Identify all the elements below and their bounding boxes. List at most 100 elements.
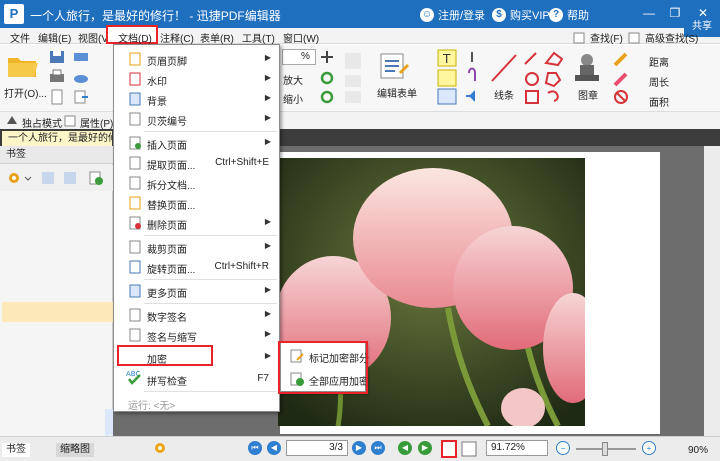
menu-tools[interactable]: 工具(T) [242,30,275,45]
minimize-button[interactable]: — [640,4,658,22]
menu-form[interactable]: 表单(R) [200,30,234,45]
rotate-page-icon [129,260,141,274]
prev-page-button[interactable]: ◀ [267,441,281,455]
rotate-ccw-icon[interactable] [318,89,336,105]
menu-item-replace-page[interactable]: 替换页面... [114,193,279,213]
menu-comment[interactable]: 注释(C) [160,30,194,45]
zoom-out-label[interactable]: 缩小 [283,91,303,106]
submenu-highlight-box [278,341,368,394]
login-label: 注册/登录 [438,10,486,22]
document-icon[interactable] [48,89,66,105]
buy-vip-link[interactable]: $ 购买VIP [492,7,550,23]
last-page-button[interactable]: ⏭ [371,441,385,455]
menu-item-watermark[interactable]: 水印 ▶ [114,69,279,89]
rotate-cw-icon[interactable] [318,70,336,86]
crop-page-icon [129,240,141,254]
measure-icon[interactable] [612,51,630,107]
stamp-label[interactable]: 图章 [578,87,598,102]
zoom-out-button[interactable]: − [556,441,570,455]
add-bookmark-icon[interactable] [88,170,104,186]
edit-form-label[interactable]: 编辑表单 [377,85,417,100]
lines-label[interactable]: 线条 [494,87,514,102]
scan-icon[interactable] [72,49,90,65]
menu-item-delete-page[interactable]: 删除页面 ▶ [114,213,279,233]
vip-icon: $ [492,8,506,22]
maximize-button[interactable]: ❐ [666,4,684,22]
delete-bookmark-icon[interactable] [40,170,56,186]
help-link[interactable]: ? 帮助 [549,7,589,23]
submenu-arrow-icon: ▶ [264,53,271,62]
replace-page-icon [129,196,141,210]
menu-file[interactable]: 文件 [10,30,30,45]
zoom-select[interactable]: 91.72% [486,440,548,456]
menu-item-insert-page[interactable]: 插入页面 ▶ [114,133,279,153]
menu-document-active[interactable]: 文档(D) [106,25,158,45]
properties-icon[interactable] [64,115,76,127]
page-number-input[interactable]: 3/3 [286,440,348,456]
stamp-icon[interactable] [572,51,602,85]
open-label[interactable]: 打开(O)... [4,85,47,100]
help-icon: ? [549,8,563,22]
exclusive-mode-label[interactable]: 独占模式 [22,115,62,130]
menu-item-crop-page[interactable]: 裁剪页面 ▶ [114,237,279,257]
menu-item-more-pages[interactable]: 更多页面 ▶ [114,281,279,301]
gear-icon[interactable] [6,170,32,186]
menu-item-split-document[interactable]: 拆分文档... [114,173,279,193]
advanced-find-button[interactable]: 高级查找(S) [628,30,698,45]
zoom-in-label[interactable]: 放大 [283,72,303,87]
attach-icon[interactable] [462,49,482,105]
open-folder-icon[interactable] [6,50,40,80]
zoom-in-button[interactable]: + [642,441,656,455]
menu-item-header-footer[interactable]: 页眉页脚 ▶ [114,49,279,69]
zoom-slider-handle[interactable] [602,442,608,456]
perimeter-label[interactable]: 周长 [649,74,669,89]
edit-form-icon[interactable] [378,51,412,81]
vertical-scrollbar[interactable] [704,146,720,436]
back-button[interactable]: ◀ [398,441,412,455]
page-view-icons[interactable] [440,439,482,459]
menu-item-sign-initials[interactable]: 签名与缩写 ▶ [114,325,279,345]
distance-label[interactable]: 距离 [649,54,669,69]
menu-item-rotate-page[interactable]: 旋转页面... Ctrl+Shift+R [114,257,279,277]
more-pages-icon [129,284,141,298]
menu-item-label: 页眉页脚 [147,57,187,68]
menu-item-digital-signature[interactable]: 数字签名 ▶ [114,305,279,325]
text-select-icon[interactable] [342,49,366,105]
expand-bookmark-icon[interactable] [62,170,78,186]
status-gear-icon[interactable] [152,440,178,456]
exclusive-mode-icon[interactable] [6,115,18,127]
print-icon[interactable] [48,69,66,85]
submenu-arrow-icon: ▶ [264,73,271,82]
menu-item-label: 水印 [147,77,167,88]
submenu-arrow-icon: ▶ [264,93,271,102]
menu-item-spell-check[interactable]: ABC 拼写检查 F7 [114,369,279,389]
shapes-icon[interactable] [522,49,568,107]
text-tool-icon[interactable]: T [437,49,457,105]
panel-title: 书签 [0,146,113,164]
line-tool-icon[interactable] [488,51,520,85]
user-icon: ☺ [420,8,434,22]
tab-bookmarks[interactable]: 书签 [2,443,30,457]
menu-shortcut: Ctrl+Shift+R [214,261,269,272]
find-icon [573,32,585,43]
first-page-button[interactable]: ⏮ [248,441,262,455]
menu-item-background[interactable]: 背景 ▶ [114,89,279,109]
export-icon[interactable] [72,89,90,105]
menu-item-extract-page[interactable]: 提取页面... Ctrl+Shift+E [114,153,279,173]
document-tab[interactable]: 一个人旅行，是最好的修行 [2,131,112,146]
next-page-button[interactable]: ▶ [352,441,366,455]
save-icon[interactable] [48,49,66,65]
find-button[interactable]: 查找(F) [573,30,623,45]
submenu-arrow-icon: ▶ [264,137,271,146]
cloud-icon[interactable] [72,69,90,85]
tab-thumbnails[interactable]: 缩略图 [56,443,94,457]
area-label[interactable]: 面积 [649,94,669,109]
vip-label: 购买VIP [510,10,550,22]
pan-icon[interactable] [318,49,336,65]
login-link[interactable]: ☺ 注册/登录 [420,7,485,23]
menu-window[interactable]: 窗口(W) [283,30,319,45]
forward-button[interactable]: ▶ [418,441,432,455]
menu-edit[interactable]: 编辑(E) [38,30,71,45]
menu-item-bates-numbering[interactable]: 贝茨编号 ▶ [114,109,279,129]
zoom-combo[interactable]: % [282,49,316,65]
